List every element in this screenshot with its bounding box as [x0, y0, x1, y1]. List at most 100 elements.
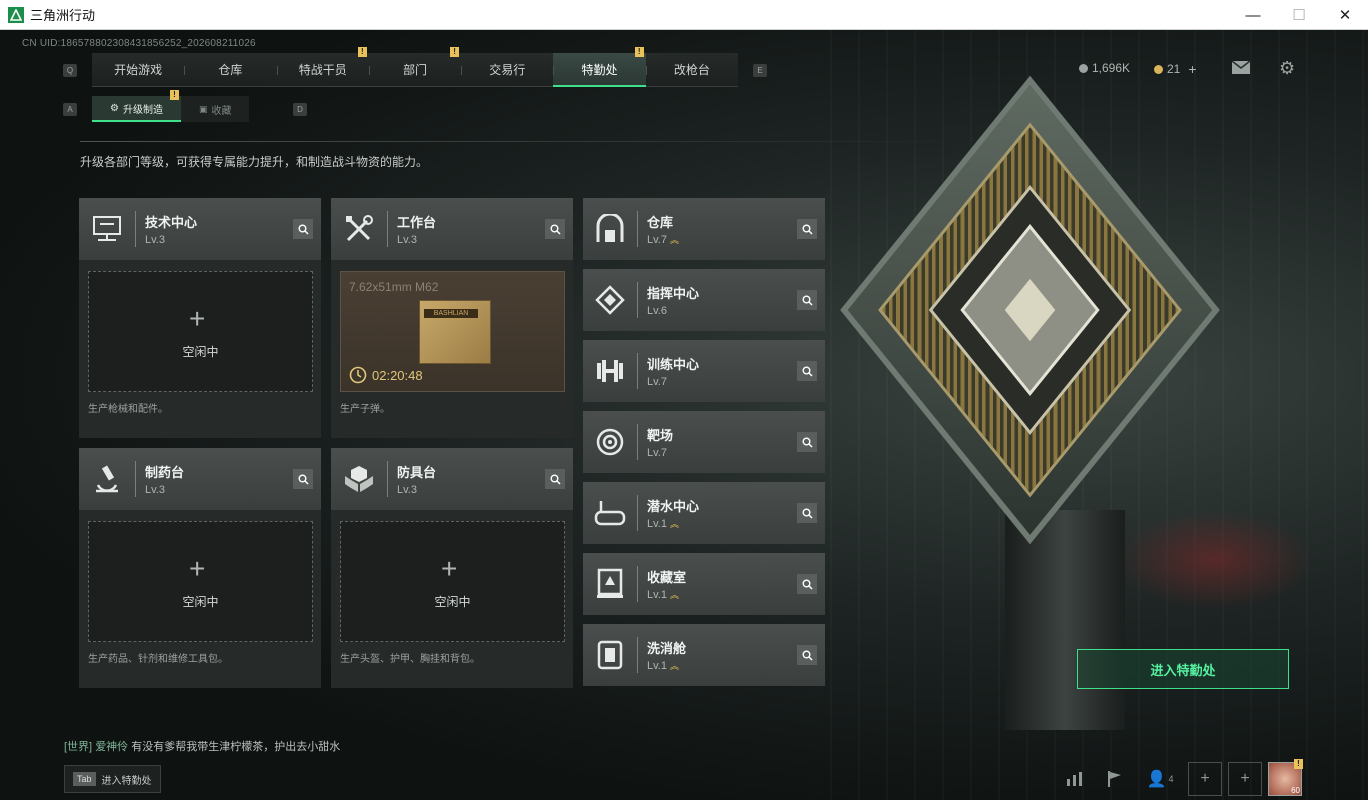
tab-operators[interactable]: 特战干员!	[276, 47, 369, 86]
window-title: 三角洲行动	[30, 8, 96, 23]
add-icon: +	[189, 303, 206, 334]
workshop-header: 防具台 Lv.3	[331, 448, 573, 510]
tab-gunsmith[interactable]: 改枪台	[645, 53, 738, 86]
tab-trade[interactable]: 交易行	[461, 53, 553, 86]
crafting-timer: 02:20:48	[349, 366, 423, 384]
mail-icon[interactable]	[1231, 60, 1251, 80]
cube-pillar	[1005, 510, 1125, 730]
maximize-button[interactable]: ☐	[1276, 0, 1322, 30]
cube-art	[840, 75, 1220, 545]
workshop-name: 防具台	[397, 465, 437, 480]
window-titlebar: 三角洲行动 — ☐ ✕	[0, 0, 1368, 30]
alert-badge: !	[357, 47, 367, 57]
tab-special-ops[interactable]: 特勤处!	[553, 47, 646, 87]
search-icon[interactable]	[797, 219, 817, 239]
stats-icon[interactable]	[1058, 762, 1092, 796]
tab-warehouse[interactable]: 仓库	[184, 53, 276, 86]
workshop-card-armor[interactable]: 防具台 Lv.3 + 空闲中 生产头盔、护甲、胸挂和背包。	[331, 448, 573, 688]
tab-key-hint[interactable]: Tab 进入特勤处	[64, 765, 161, 793]
facility-level: Lv.1	[647, 518, 667, 530]
workshop-card-tech[interactable]: 技术中心 Lv.3 + 空闲中 生产枪械和配件。	[79, 198, 321, 438]
tab-department[interactable]: 部门!	[368, 47, 461, 86]
crafting-slot[interactable]: 7.62x51mm M62 BASHLIAN 02:20:48	[340, 271, 565, 392]
subnav-next-key[interactable]: D	[293, 103, 307, 116]
workshop-name: 制药台	[145, 465, 185, 480]
production-slot[interactable]: + 空闲中	[88, 271, 313, 392]
close-button[interactable]: ✕	[1322, 0, 1368, 30]
chat-channel: [世界]	[64, 741, 93, 753]
microscope-icon	[79, 448, 135, 510]
add-party-slot-button[interactable]: +	[1188, 762, 1222, 796]
ticket-icon	[1154, 64, 1163, 74]
crafting-item-name: 7.62x51mm M62	[349, 280, 439, 294]
friends-button[interactable]: 👤 4	[1138, 762, 1182, 796]
header-divider	[80, 141, 990, 142]
workshop-header: 技术中心 Lv.3	[79, 198, 321, 260]
facility-level: Lv.7	[647, 447, 667, 459]
settings-icon[interactable]: ⚙	[1279, 58, 1295, 79]
production-slot[interactable]: + 空闲中	[340, 521, 565, 642]
subnav-prev-key[interactable]: A	[63, 103, 77, 116]
search-icon[interactable]	[293, 469, 313, 489]
subtab-collection[interactable]: ▣ 收藏	[180, 96, 250, 122]
friends-icon: 👤	[1146, 771, 1167, 788]
target-icon	[583, 411, 637, 473]
nav-prev-key[interactable]: Q	[63, 64, 77, 77]
search-icon[interactable]	[797, 290, 817, 310]
workshop-description: 生产药品、针剂和维修工具包。	[88, 654, 228, 665]
production-slot[interactable]: + 空闲中	[88, 521, 313, 642]
facility-name: 靶场	[647, 428, 674, 443]
search-icon[interactable]	[293, 219, 313, 239]
facility-level: Lv.1	[647, 660, 667, 672]
alert-badge: !	[1294, 759, 1303, 769]
timer-icon	[349, 366, 367, 384]
storage-icon	[583, 198, 637, 260]
user-uid: CN UID:1865788023084318562​52_2026082110…	[22, 38, 256, 49]
search-icon[interactable]	[797, 432, 817, 452]
search-icon[interactable]	[797, 645, 817, 665]
sub-nav: ⚙ 升级制造 ! ▣ 收藏	[92, 90, 250, 122]
search-icon[interactable]	[797, 574, 817, 594]
slot-status: 空闲中	[182, 345, 219, 359]
add-currency-button[interactable]: +	[1188, 61, 1196, 77]
chat-user[interactable]: 爱神伶	[95, 741, 128, 753]
facility-diving-center[interactable]: 潜水中心 Lv.1 ︽	[583, 482, 825, 544]
search-icon[interactable]	[545, 219, 565, 239]
facility-training-center[interactable]: 训练中心 Lv.7	[583, 340, 825, 402]
trophy-case-icon	[583, 553, 637, 615]
nav-next-key[interactable]: E	[753, 64, 767, 77]
background-glow	[1115, 510, 1315, 610]
dumbbell-icon	[583, 340, 637, 402]
workshop-header: 工作台 Lv.3	[331, 198, 573, 260]
workshop-description: 生产头盔、护甲、胸挂和背包。	[340, 654, 480, 665]
add-party-slot-button[interactable]: +	[1228, 762, 1262, 796]
alert-badge: !	[634, 47, 644, 57]
avatar-level: 60	[1291, 786, 1300, 795]
avatar[interactable]: ! 60	[1268, 759, 1303, 796]
flag-icon[interactable]	[1098, 762, 1132, 796]
enter-special-ops-button[interactable]: 进入特勤处	[1077, 649, 1289, 689]
slot-status: 空闲中	[434, 595, 471, 609]
facility-name: 潜水中心	[647, 499, 700, 514]
alert-badge: !	[169, 90, 179, 100]
facility-command-center[interactable]: 指挥中心 Lv.6	[583, 269, 825, 331]
chat-line[interactable]: [世界] 爱神伶 有没有爹帮我带生津柠檬茶，护出去小甜水	[64, 738, 340, 754]
app-logo-icon	[8, 6, 24, 23]
workshop-card-pharmacy[interactable]: 制药台 Lv.3 + 空闲中 生产药品、针剂和维修工具包。	[79, 448, 321, 688]
upgrade-available-icon: ︽	[669, 234, 679, 245]
minimize-button[interactable]: —	[1230, 0, 1276, 30]
page-description: 升级各部门等级，可获得专属能力提升，和制造战斗物资的能力。	[80, 155, 429, 169]
facility-shooting-range[interactable]: 靶场 Lv.7	[583, 411, 825, 473]
facility-name: 收藏室	[647, 570, 687, 585]
tab-start-game[interactable]: 开始游戏	[92, 53, 184, 86]
workshop-description: 生产枪械和配件。	[88, 404, 168, 415]
facility-collection-room[interactable]: 收藏室 Lv.1 ︽	[583, 553, 825, 615]
search-icon[interactable]	[797, 503, 817, 523]
workshop-card-workbench[interactable]: 工作台 Lv.3 7.62x51mm M62 BASHLIAN 02:20:48…	[331, 198, 573, 438]
collection-icon: ▣	[198, 103, 208, 114]
facility-storage[interactable]: 仓库 Lv.7 ︽	[583, 198, 825, 260]
search-icon[interactable]	[797, 361, 817, 381]
search-icon[interactable]	[545, 469, 565, 489]
subtab-upgrade-craft[interactable]: ⚙ 升级制造 !	[92, 90, 181, 122]
facility-decontamination[interactable]: 洗消舱 Lv.1 ︽	[583, 624, 825, 686]
